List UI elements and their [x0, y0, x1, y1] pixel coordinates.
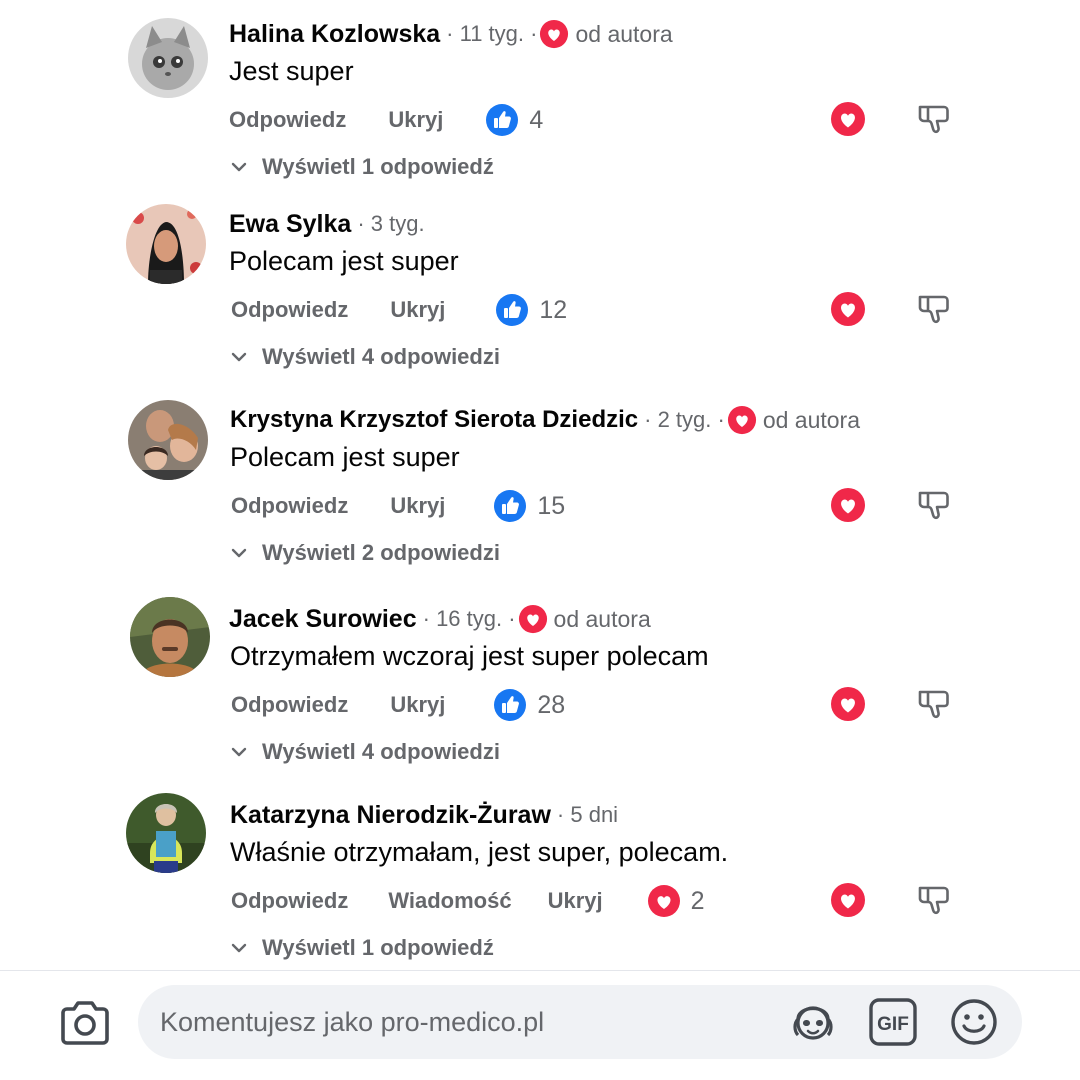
- reaction-count: 15: [537, 491, 566, 520]
- message-button[interactable]: Wiadomość: [388, 888, 511, 914]
- author-name[interactable]: Halina Kozlowska: [229, 20, 440, 49]
- heart-icon: [518, 604, 547, 634]
- avatar[interactable]: [130, 597, 210, 677]
- author-name[interactable]: Jacek Surowiec: [229, 605, 417, 634]
- emoji-icon[interactable]: [949, 997, 999, 1047]
- view-replies-label: Wyświetl 1 odpowiedź: [262, 154, 494, 179]
- comment-input[interactable]: [160, 985, 760, 1059]
- hide-button[interactable]: Ukryj: [548, 888, 603, 914]
- reaction-count: 28: [537, 690, 566, 719]
- view-replies-button[interactable]: Wyświetl 2 odpowiedzi: [230, 540, 500, 566]
- reaction-count: 4: [529, 105, 544, 134]
- author-badge: od autora: [553, 605, 651, 632]
- heart-icon: [727, 405, 756, 435]
- like-icon: [496, 294, 529, 326]
- thumbs-down-icon[interactable]: [916, 291, 952, 327]
- chevron-down-icon: [231, 747, 247, 757]
- hide-button[interactable]: Ukryj: [390, 692, 445, 718]
- reaction-summary[interactable]: 12: [495, 293, 567, 327]
- timestamp[interactable]: · 3 tyg.: [357, 211, 424, 237]
- like-icon: [494, 490, 527, 522]
- chevron-down-icon: [231, 162, 247, 172]
- gif-icon[interactable]: GIF: [868, 997, 918, 1047]
- comment-text: Polecam jest super: [230, 442, 460, 472]
- hide-button[interactable]: Ukryj: [388, 107, 443, 133]
- view-replies-button[interactable]: Wyświetl 4 odpowiedzi: [230, 739, 500, 765]
- comment-text: Jest super: [229, 56, 354, 86]
- reaction-summary[interactable]: 28: [493, 688, 565, 722]
- timestamp[interactable]: · 11 tyg. ·: [446, 21, 537, 47]
- reply-button[interactable]: Odpowiedz: [231, 888, 348, 914]
- camera-icon[interactable]: [58, 1000, 112, 1046]
- author-name[interactable]: Krystyna Krzysztof Sierota Dziedzic: [230, 406, 638, 434]
- heart-icon: [540, 19, 569, 49]
- reaction-count: 2: [690, 886, 705, 915]
- view-replies-button[interactable]: Wyświetl 1 odpowiedź: [230, 935, 494, 961]
- love-react-icon[interactable]: [830, 882, 866, 918]
- avatar[interactable]: [126, 793, 206, 873]
- reply-button[interactable]: Odpowiedz: [229, 107, 346, 133]
- author-badge: od autora: [762, 406, 861, 433]
- timestamp[interactable]: · 2 tyg. ·: [644, 407, 725, 433]
- view-replies-label: Wyświetl 4 odpowiedzi: [262, 344, 500, 369]
- svg-text:GIF: GIF: [877, 1014, 909, 1035]
- love-icon: [647, 885, 680, 917]
- thumbs-down-icon[interactable]: [916, 686, 952, 722]
- view-replies-label: Wyświetl 4 odpowiedzi: [262, 739, 500, 764]
- reaction-summary[interactable]: 2: [647, 884, 705, 918]
- view-replies-label: Wyświetl 2 odpowiedzi: [262, 540, 500, 565]
- love-react-icon[interactable]: [830, 291, 866, 327]
- reaction-summary[interactable]: 15: [493, 489, 565, 523]
- avatar[interactable]: [128, 18, 208, 98]
- like-icon: [494, 689, 527, 721]
- view-replies-button[interactable]: Wyświetl 1 odpowiedź: [230, 154, 494, 180]
- thumbs-down-icon[interactable]: [916, 101, 952, 137]
- reaction-count: 12: [539, 295, 568, 324]
- chevron-down-icon: [231, 352, 247, 362]
- avatar-sticker-icon[interactable]: [788, 997, 838, 1047]
- timestamp[interactable]: · 5 dni: [557, 802, 618, 828]
- love-react-icon[interactable]: [830, 487, 866, 523]
- chevron-down-icon: [231, 943, 247, 953]
- thumbs-down-icon[interactable]: [916, 487, 952, 523]
- love-react-icon[interactable]: [830, 686, 866, 722]
- reply-button[interactable]: Odpowiedz: [231, 493, 348, 519]
- timestamp[interactable]: · 16 tyg. ·: [423, 606, 516, 632]
- avatar[interactable]: [128, 400, 208, 480]
- hide-button[interactable]: Ukryj: [390, 493, 445, 519]
- reply-button[interactable]: Odpowiedz: [231, 297, 348, 323]
- chevron-down-icon: [231, 548, 247, 558]
- avatar[interactable]: [126, 204, 206, 284]
- thumbs-down-icon[interactable]: [916, 882, 952, 918]
- reply-button[interactable]: Odpowiedz: [231, 692, 348, 718]
- hide-button[interactable]: Ukryj: [390, 297, 445, 323]
- comment-input-container: GIF: [138, 985, 1022, 1059]
- author-name[interactable]: Ewa Sylka: [229, 210, 351, 239]
- author-badge: od autora: [575, 20, 673, 47]
- love-react-icon[interactable]: [830, 101, 866, 137]
- author-name[interactable]: Katarzyna Nierodzik-Żuraw: [230, 801, 551, 830]
- view-replies-button[interactable]: Wyświetl 4 odpowiedzi: [230, 344, 500, 370]
- view-replies-label: Wyświetl 1 odpowiedź: [262, 935, 494, 960]
- comment-text: Właśnie otrzymałam, jest super, polecam.: [230, 837, 729, 867]
- comment-text: Otrzymałem wczoraj jest super polecam: [230, 641, 709, 671]
- reaction-summary[interactable]: 4: [485, 103, 543, 137]
- comment-text: Polecam jest super: [229, 246, 459, 276]
- like-icon: [486, 104, 519, 136]
